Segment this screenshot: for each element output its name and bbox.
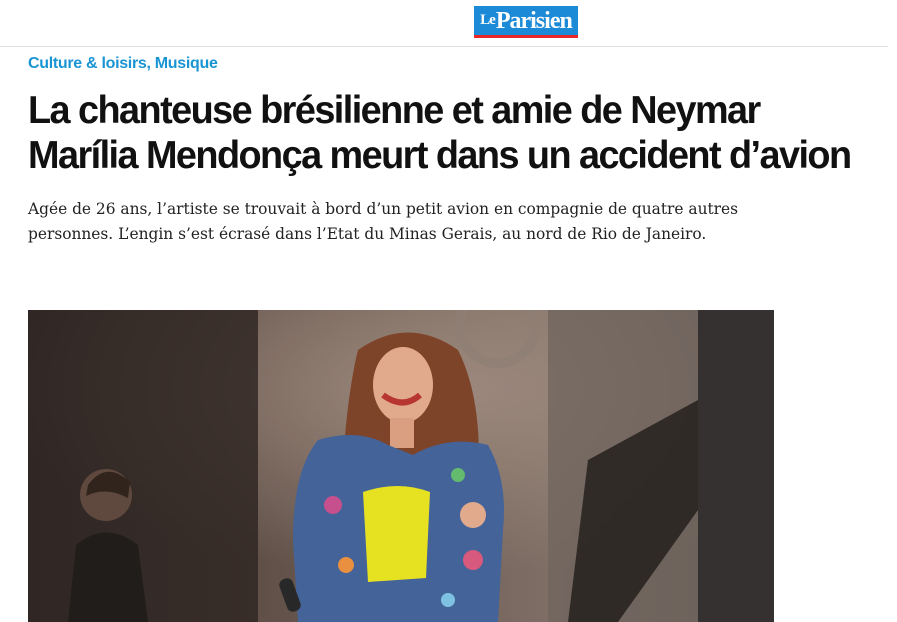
article-title: La chanteuse brésilienne et amie de Neym… — [28, 89, 852, 177]
le-parisien-logo[interactable]: LeParisien — [474, 6, 578, 38]
article-hero-image[interactable] — [28, 310, 774, 622]
site-header: LeParisien — [0, 0, 888, 47]
concert-photo-illustration — [28, 310, 774, 622]
article-lead: Agée de 26 ans, l’artiste se trouvait à … — [28, 200, 739, 243]
breadcrumb-link-culture-loisirs[interactable]: Culture & loisirs, — [28, 55, 151, 72]
breadcrumb: Culture & loisirs, Musique — [28, 55, 218, 73]
breadcrumb-link-musique[interactable]: Musique — [155, 55, 218, 72]
